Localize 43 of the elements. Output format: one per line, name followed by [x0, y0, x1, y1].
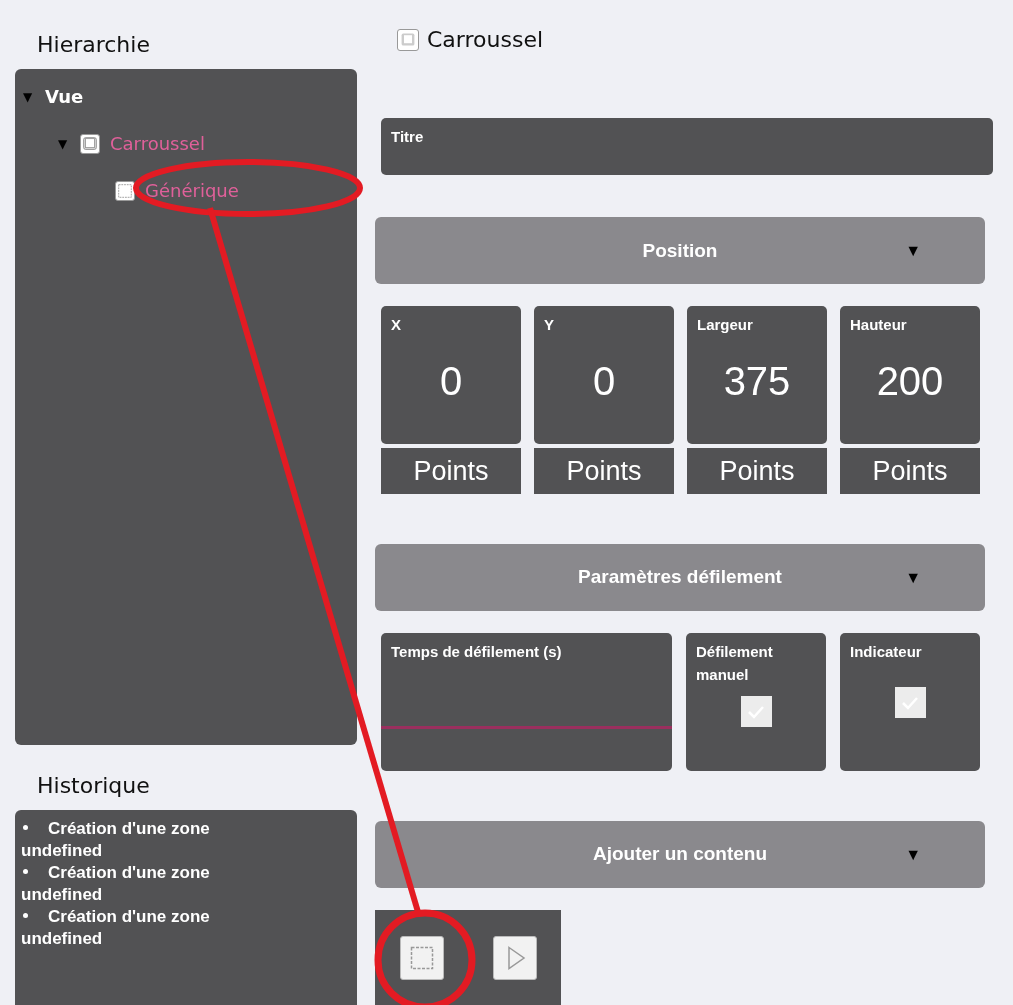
field-label: Hauteur	[850, 315, 908, 336]
generic-tool-button[interactable]	[399, 935, 444, 980]
field-label: Largeur	[697, 315, 754, 336]
field-value: 0	[438, 357, 464, 405]
field-label: Défilement manuel	[696, 642, 774, 685]
number-field[interactable]: Y 0	[534, 306, 674, 445]
number-field[interactable]: Hauteur 200	[840, 306, 980, 445]
unit-selector[interactable]: Points	[534, 448, 674, 495]
field-label: Indicateur	[850, 642, 923, 663]
bullet-icon	[23, 913, 28, 918]
carousel-icon	[81, 134, 99, 153]
field-value: 200	[875, 357, 945, 405]
field-label: Y	[544, 315, 555, 336]
video-tool-button[interactable]	[492, 935, 537, 980]
editor-title: Carroussel	[427, 26, 544, 55]
section-header[interactable]: Position ▼	[375, 217, 985, 285]
input-field[interactable]: Temps de défilement (s)	[381, 633, 672, 772]
collapse-toggle-icon: ▼	[905, 239, 921, 264]
section-header[interactable]: Paramètres défilement ▼	[375, 544, 985, 612]
section-header[interactable]: Ajouter un contenu ▼	[375, 821, 985, 888]
number-field[interactable]: Largeur 375	[687, 306, 827, 445]
checkbox[interactable]	[894, 687, 926, 719]
history-entry: Création d'une zone undefined	[21, 818, 211, 862]
field-value: 0	[591, 357, 617, 405]
dashed-square-icon	[116, 181, 134, 200]
tree-item-label[interactable]: Vue	[45, 83, 84, 110]
field-value: 375	[722, 357, 792, 405]
field-label: X	[391, 315, 402, 336]
number-field[interactable]: X 0	[381, 306, 521, 445]
bullet-icon	[23, 825, 28, 830]
history-entry: Création d'une zone undefined	[21, 906, 211, 950]
panel-heading: Historique	[36, 772, 151, 800]
collapse-toggle-icon: ▼	[905, 566, 921, 591]
unit-selector[interactable]: Points	[840, 448, 980, 495]
unit-selector[interactable]: Points	[381, 448, 521, 495]
collapse-toggle-icon: ▼	[905, 843, 921, 868]
checkbox[interactable]	[740, 696, 772, 728]
panel-heading: Hierarchie	[36, 31, 151, 59]
title-field[interactable]: Titre	[381, 118, 993, 176]
unit-selector[interactable]: Points	[687, 448, 827, 495]
history-entry: Création d'une zone undefined	[21, 862, 211, 906]
bullet-icon	[23, 869, 28, 874]
carousel-icon	[397, 28, 419, 51]
